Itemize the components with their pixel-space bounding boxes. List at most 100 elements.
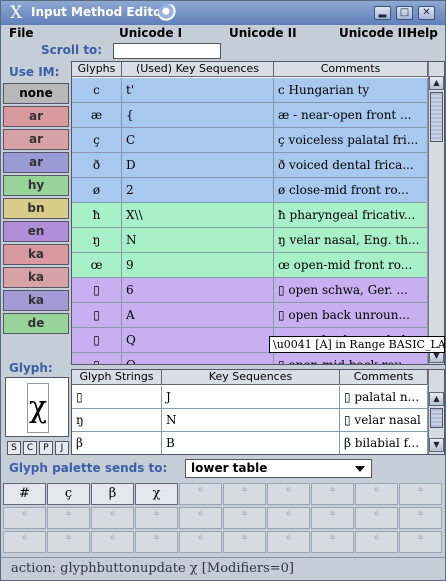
palette-cell[interactable]: ° bbox=[355, 507, 398, 529]
palette-cell[interactable]: # bbox=[3, 483, 46, 505]
palette-cell[interactable]: ° bbox=[47, 507, 90, 529]
palette-cell[interactable]: ç bbox=[47, 483, 90, 505]
table-row[interactable]: ▯ Q ▯ open-mid back rou... bbox=[72, 353, 428, 364]
menu-help[interactable]: Help bbox=[407, 26, 438, 40]
glyph-mode-button-p[interactable]: P bbox=[39, 441, 53, 455]
glyph-table-scrollbar[interactable]: ▲ ▼ bbox=[428, 62, 444, 364]
menu-bar: File Unicode I Unicode II Unicode III He… bbox=[1, 25, 445, 43]
scroll-to-input[interactable] bbox=[113, 43, 221, 59]
glyph-mode-button-j[interactable]: J bbox=[55, 441, 69, 455]
scroll-thumb[interactable] bbox=[430, 408, 443, 428]
comment-cell: c Hungarian ty bbox=[274, 78, 428, 102]
palette-cell[interactable]: ° bbox=[179, 483, 222, 505]
im-button-ka[interactable]: ka bbox=[3, 290, 69, 311]
palette-cell[interactable]: ° bbox=[223, 507, 266, 529]
table-row[interactable]: œ9œ open-mid front ro... bbox=[72, 253, 428, 278]
comment-cell: ▯ palatal n... bbox=[340, 386, 428, 408]
palette-target-select[interactable]: lower table bbox=[185, 459, 372, 478]
key-sequence-cell: Q bbox=[122, 353, 274, 364]
im-button-en[interactable]: en bbox=[3, 221, 69, 242]
glyph-cell: ð bbox=[72, 153, 122, 177]
scroll-up-icon[interactable]: ▲ bbox=[429, 392, 444, 406]
glyph-mode-button-c[interactable]: C bbox=[23, 441, 37, 455]
column-key-sequences[interactable]: (Used) Key Sequences bbox=[122, 62, 274, 77]
palette-cell[interactable]: ° bbox=[3, 507, 46, 529]
palette-cell[interactable]: χ bbox=[135, 483, 178, 505]
im-button-ar[interactable]: ar bbox=[3, 129, 69, 150]
menu-file[interactable]: File bbox=[9, 26, 34, 40]
comment-cell: ▯ open-mid back rou... bbox=[274, 353, 428, 364]
menu-unicode-3[interactable]: Unicode III bbox=[339, 26, 411, 40]
im-button-ka[interactable]: ka bbox=[3, 244, 69, 265]
table-row[interactable]: ▯ A ▯ open back unroun... bbox=[72, 303, 428, 328]
palette-target-value: lower table bbox=[191, 461, 268, 475]
im-button-ka[interactable]: ka bbox=[3, 267, 69, 288]
palette-cell[interactable]: ° bbox=[267, 507, 310, 529]
minimize-icon[interactable]: ▂ bbox=[374, 6, 391, 20]
palette-cell[interactable]: ° bbox=[399, 483, 442, 505]
glyph-mode-button-s[interactable]: S bbox=[7, 441, 21, 455]
column-key-sequences[interactable]: Key Sequences bbox=[162, 370, 340, 385]
table-row[interactable]: ▯ 6 ▯ open schwa, Ger. ... bbox=[72, 278, 428, 303]
palette-cell[interactable]: ° bbox=[399, 507, 442, 529]
palette-cell[interactable]: β bbox=[91, 483, 134, 505]
table-row[interactable]: ▯ J ▯ palatal n... bbox=[72, 386, 428, 409]
title-bar[interactable]: X Input Method Editor ▂ □ ✕ bbox=[1, 1, 445, 25]
palette-cell[interactable]: ° bbox=[311, 483, 354, 505]
table-row[interactable]: βBβ bilabial f... bbox=[72, 432, 428, 454]
column-comments[interactable]: Comments bbox=[274, 62, 428, 77]
palette-cell[interactable]: ° bbox=[179, 531, 222, 553]
table-row[interactable]: c t' c Hungarian ty bbox=[72, 78, 428, 103]
glyph-cell: æ bbox=[72, 103, 122, 127]
palette-cell[interactable]: ° bbox=[223, 483, 266, 505]
tooltip: \u0041 [A] in Range BASIC_LATIN bbox=[269, 336, 445, 353]
palette-cell[interactable]: ° bbox=[355, 483, 398, 505]
im-button-none[interactable]: none bbox=[3, 83, 69, 104]
palette-cell[interactable]: ° bbox=[91, 507, 134, 529]
column-glyph-strings[interactable]: Glyph Strings bbox=[72, 370, 162, 385]
palette-cell[interactable]: ° bbox=[135, 531, 178, 553]
key-sequence-cell: A bbox=[122, 303, 274, 327]
palette-cell[interactable]: ° bbox=[399, 531, 442, 553]
glyph-table: Glyphs (Used) Key Sequences Comments c t'… bbox=[71, 61, 445, 365]
palette-cell[interactable]: ° bbox=[267, 531, 310, 553]
table-row[interactable]: ðDð voiced dental frica... bbox=[72, 153, 428, 178]
column-comments[interactable]: Comments bbox=[340, 370, 428, 385]
palette-cell[interactable]: ° bbox=[311, 531, 354, 553]
maximize-icon[interactable]: □ bbox=[396, 6, 413, 20]
close-icon[interactable]: ✕ bbox=[418, 6, 435, 20]
palette-cell[interactable]: ° bbox=[47, 531, 90, 553]
glyph-table-header: Glyphs (Used) Key Sequences Comments bbox=[72, 62, 428, 77]
scroll-up-icon[interactable]: ▲ bbox=[429, 76, 444, 90]
menu-unicode-1[interactable]: Unicode I bbox=[119, 26, 182, 40]
palette-cell[interactable]: ° bbox=[179, 507, 222, 529]
im-button-bn[interactable]: bn bbox=[3, 198, 69, 219]
column-glyphs[interactable]: Glyphs bbox=[72, 62, 122, 77]
table-row[interactable]: çCç voiceless palatal fri... bbox=[72, 128, 428, 153]
table-row[interactable]: ŋ N ▯ velar nasal bbox=[72, 409, 428, 432]
table-row[interactable]: ø2ø close-mid front ro... bbox=[72, 178, 428, 203]
glyph-strings-header: Glyph Strings Key Sequences Comments bbox=[72, 370, 428, 385]
im-button-hy[interactable]: hy bbox=[3, 175, 69, 196]
palette-cell[interactable]: ° bbox=[135, 507, 178, 529]
im-button-ar[interactable]: ar bbox=[3, 152, 69, 173]
scroll-down-icon[interactable]: ▼ bbox=[429, 438, 444, 452]
table-row[interactable]: ħ X\\ ħ pharyngeal fricativ... bbox=[72, 203, 428, 228]
palette-cell[interactable]: ° bbox=[91, 531, 134, 553]
key-sequence-cell: B bbox=[162, 432, 340, 454]
scroll-thumb[interactable] bbox=[430, 92, 443, 142]
im-button-ar[interactable]: ar bbox=[3, 106, 69, 127]
palette-cell[interactable]: ° bbox=[223, 531, 266, 553]
table-row[interactable]: ŋNŋ velar nasal, Eng. th... bbox=[72, 228, 428, 253]
palette-cell[interactable]: ° bbox=[311, 507, 354, 529]
menu-unicode-2[interactable]: Unicode II bbox=[229, 26, 297, 40]
palette-cell[interactable]: ° bbox=[3, 531, 46, 553]
glyph-cell: ▯ bbox=[72, 278, 122, 302]
key-sequence-cell: { bbox=[122, 103, 274, 127]
palette-cell[interactable]: ° bbox=[355, 531, 398, 553]
im-button-de[interactable]: de bbox=[3, 313, 69, 334]
palette-cell[interactable]: ° bbox=[267, 483, 310, 505]
comment-cell: ŋ velar nasal, Eng. th... bbox=[274, 228, 428, 252]
table-row[interactable]: æ{æ - near-open front ... bbox=[72, 103, 428, 128]
glyph-strings-scrollbar[interactable]: ▲ ▼ bbox=[428, 370, 444, 454]
